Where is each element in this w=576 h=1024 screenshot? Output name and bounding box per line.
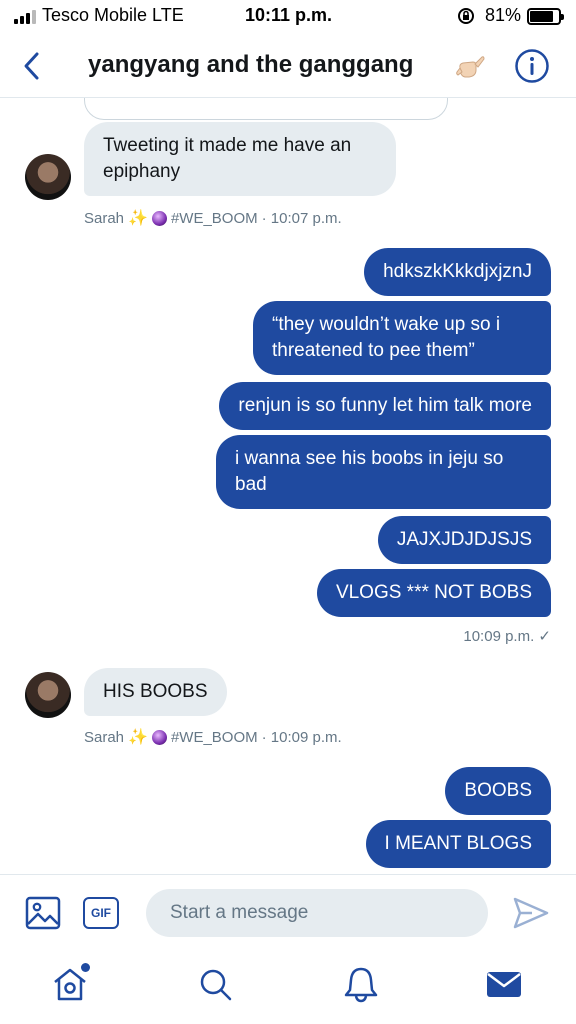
add-media-button[interactable]	[25, 896, 61, 930]
info-button[interactable]	[514, 48, 550, 84]
tab-notifications[interactable]	[341, 964, 381, 1004]
gif-button[interactable]: GIF	[83, 897, 119, 929]
outgoing-message-timestamp: 10:09 p.m. ✓	[463, 628, 551, 645]
messages-mail-icon	[487, 972, 521, 997]
rotation-lock-icon	[458, 8, 474, 24]
outgoing-message-bubble[interactable]: I MEANT BLOGS	[365, 820, 551, 868]
status-time: 10:11 p.m.	[245, 5, 333, 25]
incoming-message-meta: Sarah ✨ #WE_BOOM · 10:09 p.m.	[84, 727, 342, 747]
outgoing-message-bubble[interactable]: VLOGS *** NOT BOBS	[316, 569, 551, 617]
tab-messages[interactable]	[484, 964, 524, 1004]
outgoing-message-bubble[interactable]: i wanna see his boobs in jeju so bad	[216, 435, 551, 509]
call-me-hand-emoji-icon	[456, 56, 485, 78]
sparkles-emoji-icon: ✨	[128, 210, 148, 227]
back-button[interactable]	[14, 48, 50, 84]
outgoing-message-bubble[interactable]: renjun is so funny let him talk more	[219, 382, 551, 430]
battery-percentage: 81%	[485, 5, 522, 25]
outgoing-message-bubble[interactable]: BOOBS	[445, 767, 551, 815]
previous-message-bubble[interactable]	[84, 98, 448, 120]
status-bar: Tesco Mobile LTE 10:11 p.m. 81%	[0, 0, 576, 34]
message-timestamp: · 10:07 p.m.	[261, 209, 342, 227]
sender-handle[interactable]: #WE_BOOM	[171, 729, 258, 746]
signal-strength-icon	[14, 10, 36, 24]
info-icon	[515, 49, 549, 83]
outgoing-message-bubble[interactable]: hdkszkKkkdjxjznJ	[364, 248, 551, 296]
conversation-title[interactable]: yangyang and the ganggang	[88, 51, 413, 79]
message-timestamp: · 10:09 p.m.	[261, 728, 342, 746]
avatar[interactable]	[25, 672, 71, 718]
incoming-message-meta: Sarah ✨ #WE_BOOM · 10:07 p.m.	[84, 208, 342, 228]
sender-handle[interactable]: #WE_BOOM	[171, 210, 258, 227]
send-icon	[513, 897, 549, 929]
carrier-label: Tesco Mobile LTE	[42, 5, 184, 25]
battery-level-fill	[530, 11, 553, 22]
sparkles-emoji-icon: ✨	[128, 729, 148, 746]
image-icon	[25, 896, 61, 930]
incoming-message-bubble[interactable]: Tweeting it made me have an epiphany	[84, 122, 396, 196]
notifications-bell-icon	[344, 967, 378, 1003]
message-list[interactable]: Tweeting it made me have an epiphany Sar…	[0, 98, 576, 874]
outgoing-message-bubble[interactable]: “they wouldn’t wake up so i threatened t…	[253, 301, 551, 375]
new-activity-dot	[81, 963, 90, 972]
sender-name[interactable]: Sarah	[84, 729, 124, 746]
message-input[interactable]: Start a message	[146, 889, 488, 937]
crystal-ball-emoji-icon	[151, 210, 167, 226]
avatar[interactable]	[25, 154, 71, 200]
send-button[interactable]	[512, 895, 550, 931]
search-icon	[200, 969, 232, 1001]
bottom-tab-bar	[0, 950, 576, 1024]
crystal-ball-emoji-icon	[151, 729, 167, 745]
sender-name[interactable]: Sarah	[84, 210, 124, 227]
outgoing-message-bubble[interactable]: JAJXJDJDJSJS	[377, 516, 551, 564]
tab-search[interactable]	[195, 964, 235, 1004]
chevron-left-icon	[24, 52, 39, 80]
message-composer: GIF Start a message	[0, 874, 576, 950]
conversation-header: yangyang and the ganggang	[0, 34, 576, 98]
incoming-message-bubble[interactable]: HIS BOOBS	[84, 668, 227, 716]
battery-icon	[527, 8, 564, 25]
